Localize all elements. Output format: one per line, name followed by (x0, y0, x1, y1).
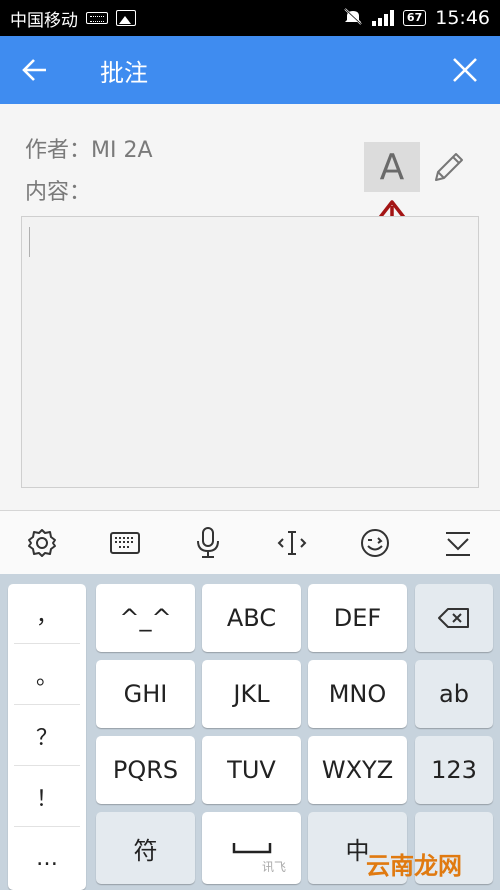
close-button[interactable] (430, 36, 500, 104)
key-emoticon[interactable]: ^_^ (96, 584, 195, 652)
app-bar: 批注 (0, 36, 500, 104)
key-abc[interactable]: ABC (202, 584, 301, 652)
carrier-label: 中国移动 (10, 10, 78, 31)
close-icon (453, 58, 477, 82)
author-label: 作者： (25, 138, 92, 163)
font-style-button[interactable]: A (364, 142, 420, 192)
annotation-form: 作者：MI 2A 内容： A (0, 104, 500, 510)
key-mno[interactable]: MNO (308, 660, 407, 728)
punct-key-ellipsis[interactable]: … (14, 828, 80, 888)
backspace-button[interactable] (415, 584, 493, 652)
battery-icon: 67 (402, 10, 427, 26)
collapse-keyboard-icon[interactable] (438, 523, 478, 563)
signal-icon (371, 10, 394, 26)
page-title: 批注 (100, 58, 148, 87)
author-row: 作者：MI 2A (25, 132, 153, 164)
punct-key-question[interactable]: ？ (14, 706, 80, 766)
space-key[interactable] (202, 812, 301, 884)
clock: 15:46 (435, 7, 490, 29)
content-textarea[interactable] (21, 216, 479, 488)
keyboard-status-icon (86, 12, 108, 24)
pencil-button[interactable] (428, 148, 468, 188)
key-tuv[interactable]: TUV (202, 736, 301, 804)
key-wxyz[interactable]: WXYZ (308, 736, 407, 804)
arrow-left-icon (22, 59, 46, 81)
punctuation-column: ， 。 ？ ！ … (8, 584, 86, 890)
image-status-icon (116, 10, 136, 26)
key-ghi[interactable]: GHI (96, 660, 195, 728)
keyboard-toolbar (0, 510, 500, 574)
watermark: 云南龙网 (366, 852, 462, 880)
key-jkl[interactable]: JKL (202, 660, 301, 728)
content-label: 内容： (25, 180, 92, 205)
keyboard-icon[interactable] (105, 523, 145, 563)
pencil-icon (435, 153, 463, 181)
punct-key-period[interactable]: 。 (14, 645, 80, 705)
author-value: MI 2A (91, 138, 153, 163)
keyboard-brand: 讯飞 (262, 860, 287, 874)
keyboard: ， 。 ？ ！ … ^_^ ABC DEF GHI JKL MNO ab PQR… (0, 574, 500, 890)
key-def[interactable]: DEF (308, 584, 407, 652)
status-bar: 中国移动 67 15:46 (0, 0, 500, 36)
backspace-icon (438, 608, 469, 628)
key-ab[interactable]: ab (415, 660, 493, 728)
microphone-icon[interactable] (188, 523, 228, 563)
key-pqrs[interactable]: PQRS (96, 736, 195, 804)
cursor-move-icon[interactable] (272, 523, 312, 563)
punct-key-exclamation[interactable]: ！ (14, 767, 80, 827)
back-button[interactable] (0, 36, 70, 104)
emoji-icon[interactable] (355, 523, 395, 563)
text-caret (29, 227, 30, 257)
gear-icon[interactable] (22, 523, 62, 563)
punct-key-comma[interactable]: ， (14, 584, 80, 644)
key-symbol[interactable]: 符 (96, 812, 195, 884)
key-123[interactable]: 123 (415, 736, 493, 804)
space-icon (232, 843, 271, 854)
mute-icon (343, 7, 363, 30)
